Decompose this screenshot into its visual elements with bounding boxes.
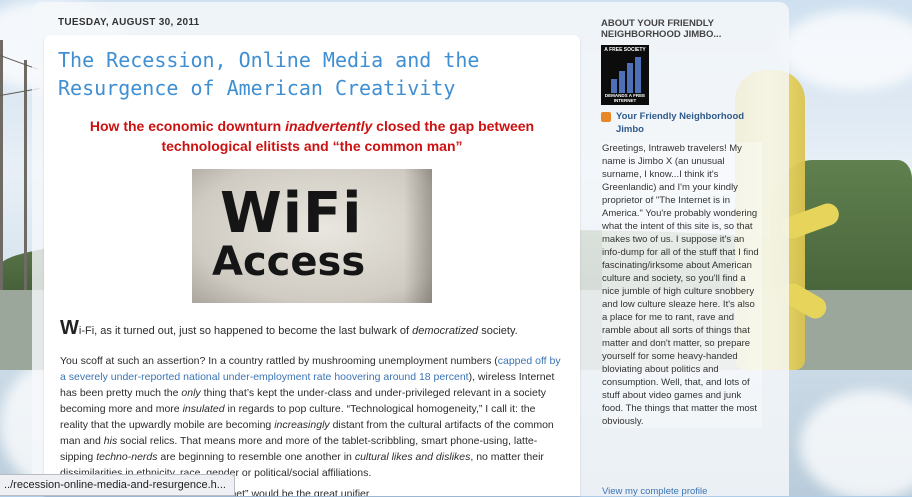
post-date: TUESDAY, AUGUST 30, 2011 <box>58 17 200 28</box>
logo-bottom-text: DEMANDS A FREE INTERNET <box>604 93 646 103</box>
browser-status-bar: ../recession-online-media-and-resurgence… <box>0 474 235 496</box>
post-paragraph-1: Wi-Fi, as it turned out, just so happene… <box>60 317 518 339</box>
post-title[interactable]: The Recession, Online Media and the Resu… <box>58 46 568 102</box>
profile-name-link[interactable]: Your Friendly Neighborhood Jimbo <box>616 110 766 136</box>
post-paragraph-2: You scoff at such an assertion? In a cou… <box>60 355 561 479</box>
drop-cap: W <box>60 317 79 339</box>
post-subtitle: How the economic downturn inadvertently … <box>89 118 535 154</box>
view-profile-link[interactable]: View my complete profile <box>602 486 707 497</box>
blog-post: The Recession, Online Media and the Resu… <box>44 35 580 496</box>
wifi-access-image: WiFi Access <box>192 169 432 303</box>
image-text-wifi: WiFi <box>220 181 363 246</box>
logo-top-text: A FREE SOCIETY <box>604 47 646 53</box>
image-text-access: Access <box>212 239 366 285</box>
profile-bio: Greetings, Intraweb travelers! My name i… <box>602 142 762 428</box>
free-internet-logo[interactable]: A FREE SOCIETY DEMANDS A FREE INTERNET <box>601 45 649 105</box>
blogger-profile-icon <box>601 112 611 122</box>
sidebar-heading: ABOUT YOUR FRIENDLY NEIGHBORHOOD JIMBO..… <box>601 18 722 40</box>
